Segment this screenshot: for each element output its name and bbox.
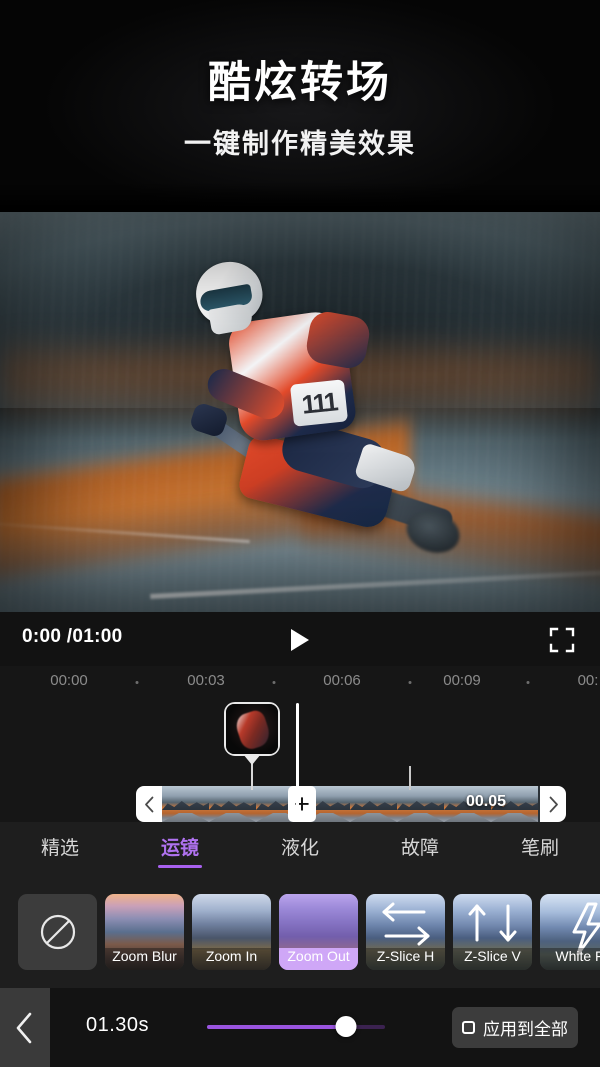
transition-duration-label: 01.30s [86, 1014, 150, 1036]
effect-label: Zoom In [192, 948, 271, 970]
timeline-clip-row[interactable]: 00.05 + [136, 786, 566, 822]
ruler-tick: 00:03 [187, 672, 225, 689]
bubble-pointer [243, 754, 261, 765]
clip-trim-handle-right[interactable] [540, 786, 566, 822]
player-control-bar: 0:00 /01:00 [0, 612, 600, 666]
fullscreen-icon[interactable] [548, 626, 576, 654]
back-button[interactable] [0, 988, 50, 1067]
ruler-tick: 00: [577, 672, 599, 689]
no-effect-icon [40, 914, 75, 950]
timeline-playhead[interactable] [296, 703, 299, 819]
timeline-ruler: 00:00 00:03 00:06 00:09 00: [0, 672, 600, 696]
app-root: 酷炫转场 一键制作精美效果 111 0:00 /01:00 00:00 00:0… [0, 0, 600, 1067]
effect-item-zoom-out[interactable]: Zoom Out [279, 894, 358, 970]
clip-thumbnail [162, 786, 209, 822]
promo-title: 酷炫转场 [208, 59, 392, 107]
ruler-dot [408, 681, 412, 684]
time-display: 0:00 /01:00 [22, 626, 123, 647]
tab-yunjing[interactable]: 运镜 [120, 822, 240, 876]
chevron-right-icon [549, 796, 558, 812]
effect-label: White F [540, 948, 600, 970]
video-preview[interactable]: 111 [0, 212, 600, 612]
tab-yehua[interactable]: 液化 [240, 822, 360, 876]
ruler-dot [526, 681, 530, 684]
category-tabs: 精选 运镜 液化 故障 笔刷 [0, 822, 600, 876]
play-icon[interactable] [285, 627, 315, 653]
frame-preview-bubble [224, 702, 280, 765]
clip-duration-label: 00.05 [465, 793, 506, 810]
effect-label: Zoom Blur [105, 948, 184, 970]
clip-thumbnail [397, 786, 444, 822]
effect-item-z-slice-h[interactable]: Z-Slice H [366, 894, 445, 970]
header-fade [0, 182, 600, 212]
effects-strip[interactable]: Zoom Blur Zoom In Zoom Out Z-Slice H Z-S… [0, 876, 600, 988]
tab-guzhang[interactable]: 故障 [360, 822, 480, 876]
frame-preview-thumbnail [226, 704, 278, 754]
effect-label: Z-Slice V [453, 948, 532, 970]
effect-label: Z-Slice H [366, 948, 445, 970]
apply-to-all-button[interactable]: 应用到全部 [452, 1007, 578, 1048]
checkbox-unchecked-icon [462, 1021, 475, 1034]
effect-item-white-flash[interactable]: White F [540, 894, 600, 970]
ruler-tick: 00:00 [50, 672, 88, 689]
clip-trim-handle-left[interactable] [136, 786, 162, 822]
effect-item-zoom-blur[interactable]: Zoom Blur [105, 894, 184, 970]
clip-thumbnail [350, 786, 397, 822]
bubble-rider-silhouette [233, 708, 273, 752]
promo-header: 酷炫转场 一键制作精美效果 [0, 0, 600, 212]
chevron-left-icon [144, 796, 153, 812]
clip-thumbnail [209, 786, 256, 822]
slider-thumb[interactable] [335, 1016, 357, 1037]
promo-subtitle: 一键制作精美效果 [184, 129, 416, 159]
effect-item-none[interactable] [18, 894, 97, 970]
ruler-dot [272, 681, 276, 684]
apply-to-all-label: 应用到全部 [483, 1020, 568, 1039]
add-transition-button[interactable]: + [288, 786, 316, 822]
effect-item-zoom-in[interactable]: Zoom In [192, 894, 271, 970]
effect-label: Zoom Out [279, 948, 358, 970]
preview-vignette [0, 212, 600, 612]
chevron-left-icon [16, 1012, 32, 1043]
timeline-clip[interactable]: 00.05 [162, 786, 540, 822]
tab-bishua[interactable]: 笔刷 [480, 822, 600, 876]
slider-fill [207, 1025, 346, 1029]
duration-slider[interactable] [207, 1016, 385, 1037]
ruler-tick: 00:06 [323, 672, 361, 689]
tab-jingxuan[interactable]: 精选 [0, 822, 120, 876]
timeline-marker [409, 766, 411, 790]
ruler-dot [135, 681, 139, 684]
ruler-tick: 00:09 [443, 672, 481, 689]
effect-item-z-slice-v[interactable]: Z-Slice V [453, 894, 532, 970]
